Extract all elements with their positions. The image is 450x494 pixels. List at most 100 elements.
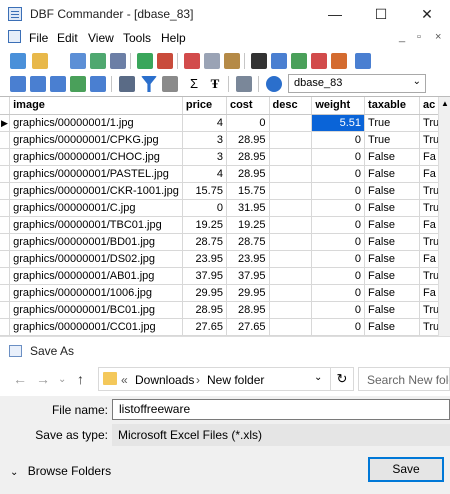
row-indicator[interactable] [0,301,11,319]
table-row[interactable]: graphics/00000001/1006.jpg 29.95 29.95 0 Fal… [0,284,450,302]
grid-icon[interactable] [271,53,287,69]
refresh-data-icon[interactable] [90,76,106,92]
mdi-close-button[interactable]: × [435,31,441,43]
table-row[interactable]: graphics/00000001/CHOC.jpg 3 28.95 0 False Fa [0,148,450,166]
table-cell[interactable]: 28.95 [226,148,270,166]
table-cell[interactable]: 28.75 [226,233,270,251]
filter-icon[interactable] [141,76,157,92]
table-row[interactable]: graphics/00000001/CPKG.jpg 3 28.95 0 True Tru [0,131,450,149]
table-cell[interactable]: 27.65 [182,318,227,336]
prev-record-icon[interactable] [30,76,46,92]
row-indicator[interactable] [0,148,11,166]
table-row[interactable]: graphics/00000001/BD01.jpg 28.75 28.75 0 Fal… [0,233,450,251]
table-cell[interactable]: 0 [311,131,366,149]
paste-icon[interactable] [224,53,240,69]
table-cell[interactable]: 0 [311,216,366,234]
table-row[interactable]: ▶ graphics/00000001/1.jpg 4 0 5.51 True Tru [0,114,450,132]
menu-tools[interactable]: Tools [123,31,151,45]
recent-dropdown-icon[interactable]: ⌄ [58,374,66,385]
pdf-icon[interactable] [157,53,173,69]
pack-icon[interactable] [331,53,347,69]
table-cell[interactable] [269,114,313,132]
table-cell[interactable]: graphics/00000001/BC01.jpg [9,301,183,319]
table-cell[interactable]: 28.95 [182,301,227,319]
table-cell[interactable]: True [364,131,421,149]
first-record-icon[interactable] [10,76,26,92]
table-cell[interactable]: 19.25 [182,216,227,234]
table-cell[interactable] [269,250,313,268]
table-cell[interactable] [269,284,313,302]
breadcrumb-overflow[interactable]: « [121,373,128,387]
menu-help[interactable]: Help [161,31,186,45]
table-cell[interactable]: 37.95 [182,267,227,285]
table-cell[interactable]: 15.75 [182,182,227,200]
table-cell[interactable]: 23.95 [182,250,227,268]
menu-file[interactable]: File [29,31,48,45]
minimize-button[interactable]: — [312,0,358,28]
table-cell[interactable] [269,301,313,319]
table-cell[interactable]: 0 [226,114,270,132]
data-grid[interactable]: image price cost desc weight taxable ac … [0,96,450,336]
table-cell[interactable]: 3 [182,148,227,166]
row-indicator[interactable] [0,216,11,234]
table-cell[interactable]: 28.95 [226,131,270,149]
table-cell[interactable]: False [364,182,421,200]
table-cell[interactable]: True [364,114,421,132]
table-row[interactable]: graphics/00000001/C.jpg 0 31.95 0 False Tru [0,199,450,217]
address-dropdown-icon[interactable]: ⌄ [314,372,322,383]
table-cell[interactable]: graphics/00000001/TBC01.jpg [9,216,183,234]
table-cell[interactable]: graphics/00000001/BD01.jpg [9,233,183,251]
file-name-input[interactable]: listoffreeware [112,399,450,420]
table-cell[interactable]: False [364,165,421,183]
table-cell[interactable]: 31.95 [226,199,270,217]
search-input[interactable]: Search New folder [358,367,450,391]
maximize-button[interactable]: ☐ [358,0,404,28]
table-cell[interactable]: False [364,318,421,336]
table-cell[interactable]: 23.95 [226,250,270,268]
table-row[interactable]: graphics/00000001/BC01.jpg 28.95 28.95 0 Fal… [0,301,450,319]
row-indicator[interactable] [0,165,11,183]
table-cell[interactable]: graphics/00000001/CPKG.jpg [9,131,183,149]
browse-folders-toggle[interactable]: ⌄ Browse Folders [10,464,111,478]
save-type-select[interactable]: Microsoft Excel Files (*.xls) [112,424,450,446]
table-cell[interactable]: 0 [311,199,366,217]
table-row[interactable]: graphics/00000001/AB01.jpg 37.95 37.95 0 Fal… [0,267,450,285]
table-cell[interactable]: False [364,216,421,234]
table-cell[interactable]: 5.51 [311,114,366,132]
scroll-up-icon[interactable]: ▲ [441,99,449,108]
row-indicator[interactable] [0,318,11,336]
table-cell[interactable]: 28.95 [226,301,270,319]
table-cell[interactable]: False [364,301,421,319]
menu-edit[interactable]: Edit [57,31,78,45]
table-cell[interactable]: graphics/00000001/AB01.jpg [9,267,183,285]
save-icon[interactable] [70,53,86,69]
sum-icon[interactable]: Σ [186,76,202,92]
row-indicator[interactable] [0,131,11,149]
table-cell[interactable]: 27.65 [226,318,270,336]
table-cell[interactable]: 28.95 [226,165,270,183]
table-cell[interactable] [269,165,313,183]
table-cell[interactable]: 15.75 [226,182,270,200]
settings-icon[interactable] [236,76,252,92]
table-cell[interactable]: 0 [311,165,366,183]
last-record-icon[interactable] [70,76,86,92]
back-arrow-icon[interactable]: ← [13,371,27,387]
add-row-icon[interactable] [291,53,307,69]
column-header-taxable[interactable]: taxable [364,97,421,115]
open-folder-icon[interactable] [32,53,48,69]
table-cell[interactable]: 29.95 [182,284,227,302]
export-icon[interactable] [90,53,106,69]
cut-icon[interactable] [184,53,200,69]
save-button[interactable]: Save [368,457,444,482]
table-cell[interactable] [269,199,313,217]
table-cell[interactable]: graphics/00000001/CC01.jpg [9,318,183,336]
column-header-cost[interactable]: cost [226,97,270,115]
refresh-icon[interactable]: ↻ [330,367,354,391]
row-indicator[interactable] [0,182,11,200]
table-row[interactable]: graphics/00000001/CC01.jpg 27.65 27.65 0 Fal… [0,318,450,336]
table-cell[interactable]: 0 [311,267,366,285]
column-header-image[interactable]: image [9,97,183,115]
table-cell[interactable]: 4 [182,114,227,132]
new-table-icon[interactable] [10,53,26,69]
table-cell[interactable] [269,131,313,149]
